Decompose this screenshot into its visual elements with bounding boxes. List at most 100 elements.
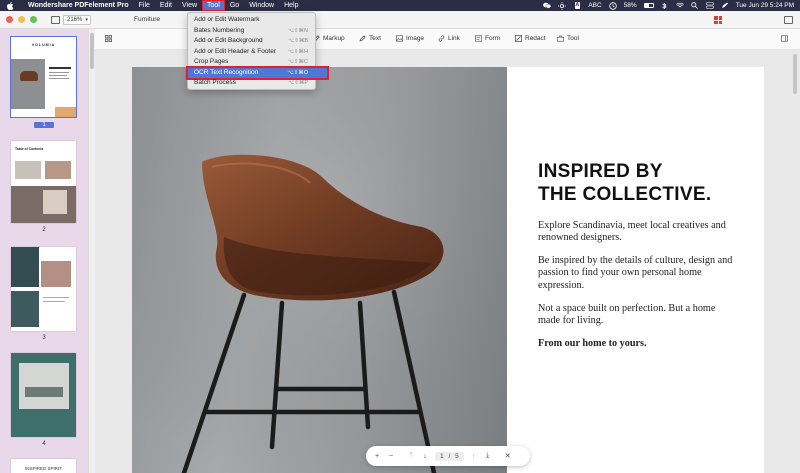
grid-icon [105, 35, 112, 42]
menu-item-label: Crop Pages [194, 58, 229, 65]
battery-percent: 58% [623, 2, 637, 9]
menu-item-crop-pages[interactable]: Crop Pages ⌥⇧⌘C [188, 57, 315, 68]
wifi-icon[interactable] [675, 2, 684, 9]
menu-app-name[interactable]: Wondershare PDFelement Pro [23, 0, 134, 11]
document-heading[interactable]: INSPIRED BY THE COLLECTIVE. [538, 160, 711, 206]
close-window-button[interactable] [6, 16, 13, 23]
right-panel-button[interactable] [781, 35, 788, 42]
redact-tool-label: Redact [525, 35, 546, 42]
menu-item-shortcut: ⌥⇧⌘N [287, 27, 308, 34]
page-thumbnail-3[interactable] [11, 247, 76, 331]
menu-item-shortcut: ⌥⇧⌘P [287, 80, 308, 86]
spotlight-search-icon[interactable] [691, 2, 699, 9]
input-source-icon[interactable]: A [573, 2, 581, 9]
form-tool-button[interactable]: Form [475, 35, 500, 42]
grid-view-button[interactable] [105, 35, 112, 42]
thumbnail-text-line [49, 72, 69, 73]
thumbnail-color-block [11, 247, 39, 287]
zoom-level-value: 216% [67, 17, 83, 23]
page-thumbnail-2[interactable]: Table of Contents [11, 141, 76, 223]
previous-page-icon[interactable]: ↓ [418, 453, 432, 460]
pen-icon[interactable] [721, 2, 729, 9]
menu-help[interactable]: Help [279, 0, 303, 11]
page-indicator[interactable]: 1 / 5 [435, 451, 464, 461]
document-scroll-thumb[interactable] [793, 54, 797, 94]
zoom-in-icon[interactable]: + [370, 453, 384, 460]
next-page-icon[interactable]: ↑ [467, 453, 481, 460]
tool-dropdown-menu: Add or Edit Watermark Bates Numbering ⌥⇧… [186, 12, 329, 90]
panel-toggle-icon[interactable] [784, 16, 793, 24]
page-thumbnail-4[interactable] [11, 353, 76, 437]
thumbnail-text-line [43, 297, 69, 298]
heading-line-1: INSPIRED BY [538, 161, 663, 182]
page-number-4[interactable]: 4 [34, 441, 54, 447]
clock-icon[interactable] [608, 1, 617, 10]
text-tool-label: Text [369, 35, 381, 42]
first-page-icon[interactable]: ⤒ [404, 452, 418, 460]
menu-item-background[interactable]: Add or Edit Background ⌥⇧⌘B [188, 36, 315, 47]
form-icon [475, 35, 482, 42]
sidebar-toggle-icon[interactable] [51, 16, 60, 24]
thumbnail-photo [11, 186, 76, 223]
paragraph-3[interactable]: Not a space built on perfection. But a h… [538, 303, 738, 328]
paragraph-1[interactable]: Explore Scandinavia, meet local creative… [538, 220, 738, 245]
redact-tool-button[interactable]: Redact [515, 35, 546, 42]
minimize-window-button[interactable] [18, 16, 25, 23]
menu-item-watermark[interactable]: Add or Edit Watermark [188, 15, 315, 26]
thumbnail-photo [41, 261, 71, 287]
datetime[interactable]: Tue Jun 29 5:24 PM [736, 2, 794, 9]
battery-icon[interactable] [643, 3, 654, 8]
page-number-1[interactable]: 1 [34, 122, 54, 128]
menu-item-ocr-text-recognition[interactable]: OCR Text Recognition ⌥⇧⌘O [186, 65, 329, 80]
menu-item-bates-numbering[interactable]: Bates Numbering ⌥⇧⌘N [188, 26, 315, 37]
bluetooth-icon[interactable] [661, 2, 669, 9]
close-navigator-icon[interactable]: ✕ [501, 452, 515, 460]
thumbnail-chair [20, 71, 38, 81]
menu-item-header-footer[interactable]: Add or Edit Header & Footer ⌥⇧⌘H [188, 47, 315, 58]
fullscreen-window-button[interactable] [30, 16, 37, 23]
chair-illustration [132, 67, 507, 473]
sidebar-scroll-thumb[interactable] [90, 33, 94, 69]
paragraph-2[interactable]: Be inspired by the details of culture, d… [538, 255, 738, 292]
document-scrollbar[interactable] [792, 50, 798, 473]
page-thumbnail-5[interactable]: INSPIRED SPIRIT [11, 459, 76, 473]
paragraph-4[interactable]: From our home to yours. [538, 338, 738, 350]
menu-item-shortcut: ⌥⇧⌘H [287, 48, 308, 55]
image-tool-label: Image [406, 35, 425, 42]
page-number-3[interactable]: 3 [34, 335, 54, 341]
text-tool-button[interactable]: Text [359, 35, 381, 42]
brightness-icon[interactable] [558, 1, 567, 10]
tool-tool-button[interactable]: Tool [557, 35, 579, 42]
menu-edit[interactable]: Edit [155, 0, 177, 11]
panel-icon [781, 35, 788, 42]
thumbnail-text-line [43, 301, 65, 302]
thumbnail-photo [19, 363, 69, 409]
markup-tool-button[interactable]: Markup [313, 35, 345, 42]
menu-tool[interactable]: Tool [202, 0, 225, 11]
menu-window[interactable]: Window [244, 0, 279, 11]
menu-file[interactable]: File [134, 0, 155, 11]
wechat-icon[interactable] [543, 2, 552, 9]
input-source-label[interactable]: ABC [588, 2, 601, 9]
link-tool-button[interactable]: Link [438, 35, 460, 42]
thumbnail-photo-inset [43, 190, 67, 214]
menu-view[interactable]: View [177, 0, 202, 11]
menu-item-label: Bates Numbering [194, 26, 245, 34]
page-separator: / [448, 452, 451, 460]
page-number-2[interactable]: 2 [34, 227, 54, 233]
apple-icon[interactable] [6, 1, 15, 10]
chair-photo [132, 67, 507, 473]
menu-go[interactable]: Go [225, 0, 244, 11]
menu-item-batch-process[interactable]: Batch Process ⌥⇧⌘P [188, 78, 315, 89]
zoom-level-select[interactable]: 216% ▾ [63, 15, 91, 25]
image-tool-button[interactable]: Image [396, 35, 424, 42]
document-tab[interactable]: Furniture [134, 16, 160, 23]
page-thumbnail-1[interactable]: VOLUMIA [10, 36, 77, 118]
control-center-icon[interactable] [705, 2, 714, 9]
apps-grid-icon[interactable] [714, 16, 722, 24]
zoom-out-icon[interactable]: − [384, 453, 398, 460]
last-page-icon[interactable]: ⤓ [481, 452, 495, 460]
pdf-page[interactable]: INSPIRED BY THE COLLECTIVE. Explore Scan… [132, 67, 764, 473]
thumbnail-text-line [49, 78, 69, 79]
sidebar-scrollbar[interactable] [88, 29, 95, 473]
